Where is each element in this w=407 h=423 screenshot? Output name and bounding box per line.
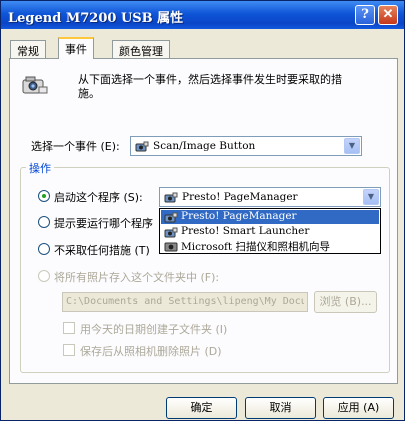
program-icon xyxy=(164,212,178,223)
tab-color-management[interactable]: 颜色管理 xyxy=(112,40,170,58)
properties-dialog: Legend M7200 USB 属性 ? ✕ 常规 事件 颜色管理 从下面选择… xyxy=(0,0,405,421)
scanner-icon xyxy=(135,141,149,152)
program-option[interactable]: Microsoft 扫描仪和照相机向导 xyxy=(161,239,379,253)
event-label: 选择一个事件 (E): xyxy=(31,140,120,153)
date-subfolder-label: 用今天的日期创建子文件夹 (I) xyxy=(80,323,228,336)
ok-button[interactable]: 确定 xyxy=(166,397,237,419)
chevron-down-icon[interactable]: ▼ xyxy=(344,138,360,154)
title-bar[interactable]: Legend M7200 USB 属性 ? ✕ xyxy=(1,1,404,29)
program-option-label: Presto! PageManager xyxy=(181,210,297,222)
prompt-program-label[interactable]: 提示要运行哪个程序 xyxy=(54,215,153,231)
tab-general[interactable]: 常规 xyxy=(10,40,46,58)
description-line-2: 施。 xyxy=(78,87,100,100)
actions-group-label: 操作 xyxy=(26,160,54,176)
close-button[interactable]: ✕ xyxy=(378,5,398,25)
date-subfolder-checkbox[interactable] xyxy=(63,322,75,334)
delete-after-label: 保存后从照相机删除照片 (D) xyxy=(80,345,222,358)
program-select[interactable]: Presto! PageManager ▼ xyxy=(159,187,381,207)
folder-path-value: C:\Documents and Settings\lipeng\My Docu… xyxy=(66,296,304,307)
chevron-down-icon[interactable]: ▼ xyxy=(363,189,379,205)
cancel-button[interactable]: 取消 xyxy=(245,397,316,419)
help-button[interactable]: ? xyxy=(355,5,375,25)
window-title: Legend M7200 USB 属性 xyxy=(8,11,184,26)
save-all-radio[interactable] xyxy=(38,270,50,282)
apply-button[interactable]: 应用 (A) xyxy=(323,397,394,419)
save-all-label: 将所有照片存入这个文件夹中 (F): xyxy=(54,271,220,284)
delete-after-checkbox[interactable] xyxy=(63,344,75,356)
browse-button[interactable]: 浏览 (B)... xyxy=(314,291,377,313)
prompt-program-radio[interactable] xyxy=(38,216,50,228)
program-option[interactable]: Presto! Smart Launcher xyxy=(161,225,379,239)
program-icon xyxy=(164,192,178,203)
folder-path-input[interactable]: C:\Documents and Settings\lipeng\My Docu… xyxy=(62,292,308,312)
description-line-1: 从下面选择一个事件，然后选择事件发生时要采取的措 xyxy=(78,73,342,86)
program-icon xyxy=(164,227,178,238)
start-program-label[interactable]: 启动这个程序 (S): xyxy=(54,189,143,205)
no-action-radio[interactable] xyxy=(38,243,50,255)
program-dropdown-list: Presto! PageManager Presto! Smart Launch… xyxy=(159,208,381,254)
event-select-value: Scan/Image Button xyxy=(153,140,256,152)
program-option-label: Microsoft 扫描仪和照相机向导 xyxy=(181,241,330,253)
start-program-radio[interactable] xyxy=(38,190,50,202)
program-select-value: Presto! PageManager xyxy=(182,191,298,203)
event-select[interactable]: Scan/Image Button ▼ xyxy=(130,136,362,156)
no-action-label[interactable]: 不采取任何措施 (T) xyxy=(54,242,150,258)
tab-events[interactable]: 事件 xyxy=(58,37,94,59)
program-option-label: Presto! Smart Launcher xyxy=(181,225,310,237)
camera-wizard-icon xyxy=(164,242,178,252)
scanner-camera-icon xyxy=(22,76,48,94)
program-option[interactable]: Presto! PageManager xyxy=(161,210,379,224)
